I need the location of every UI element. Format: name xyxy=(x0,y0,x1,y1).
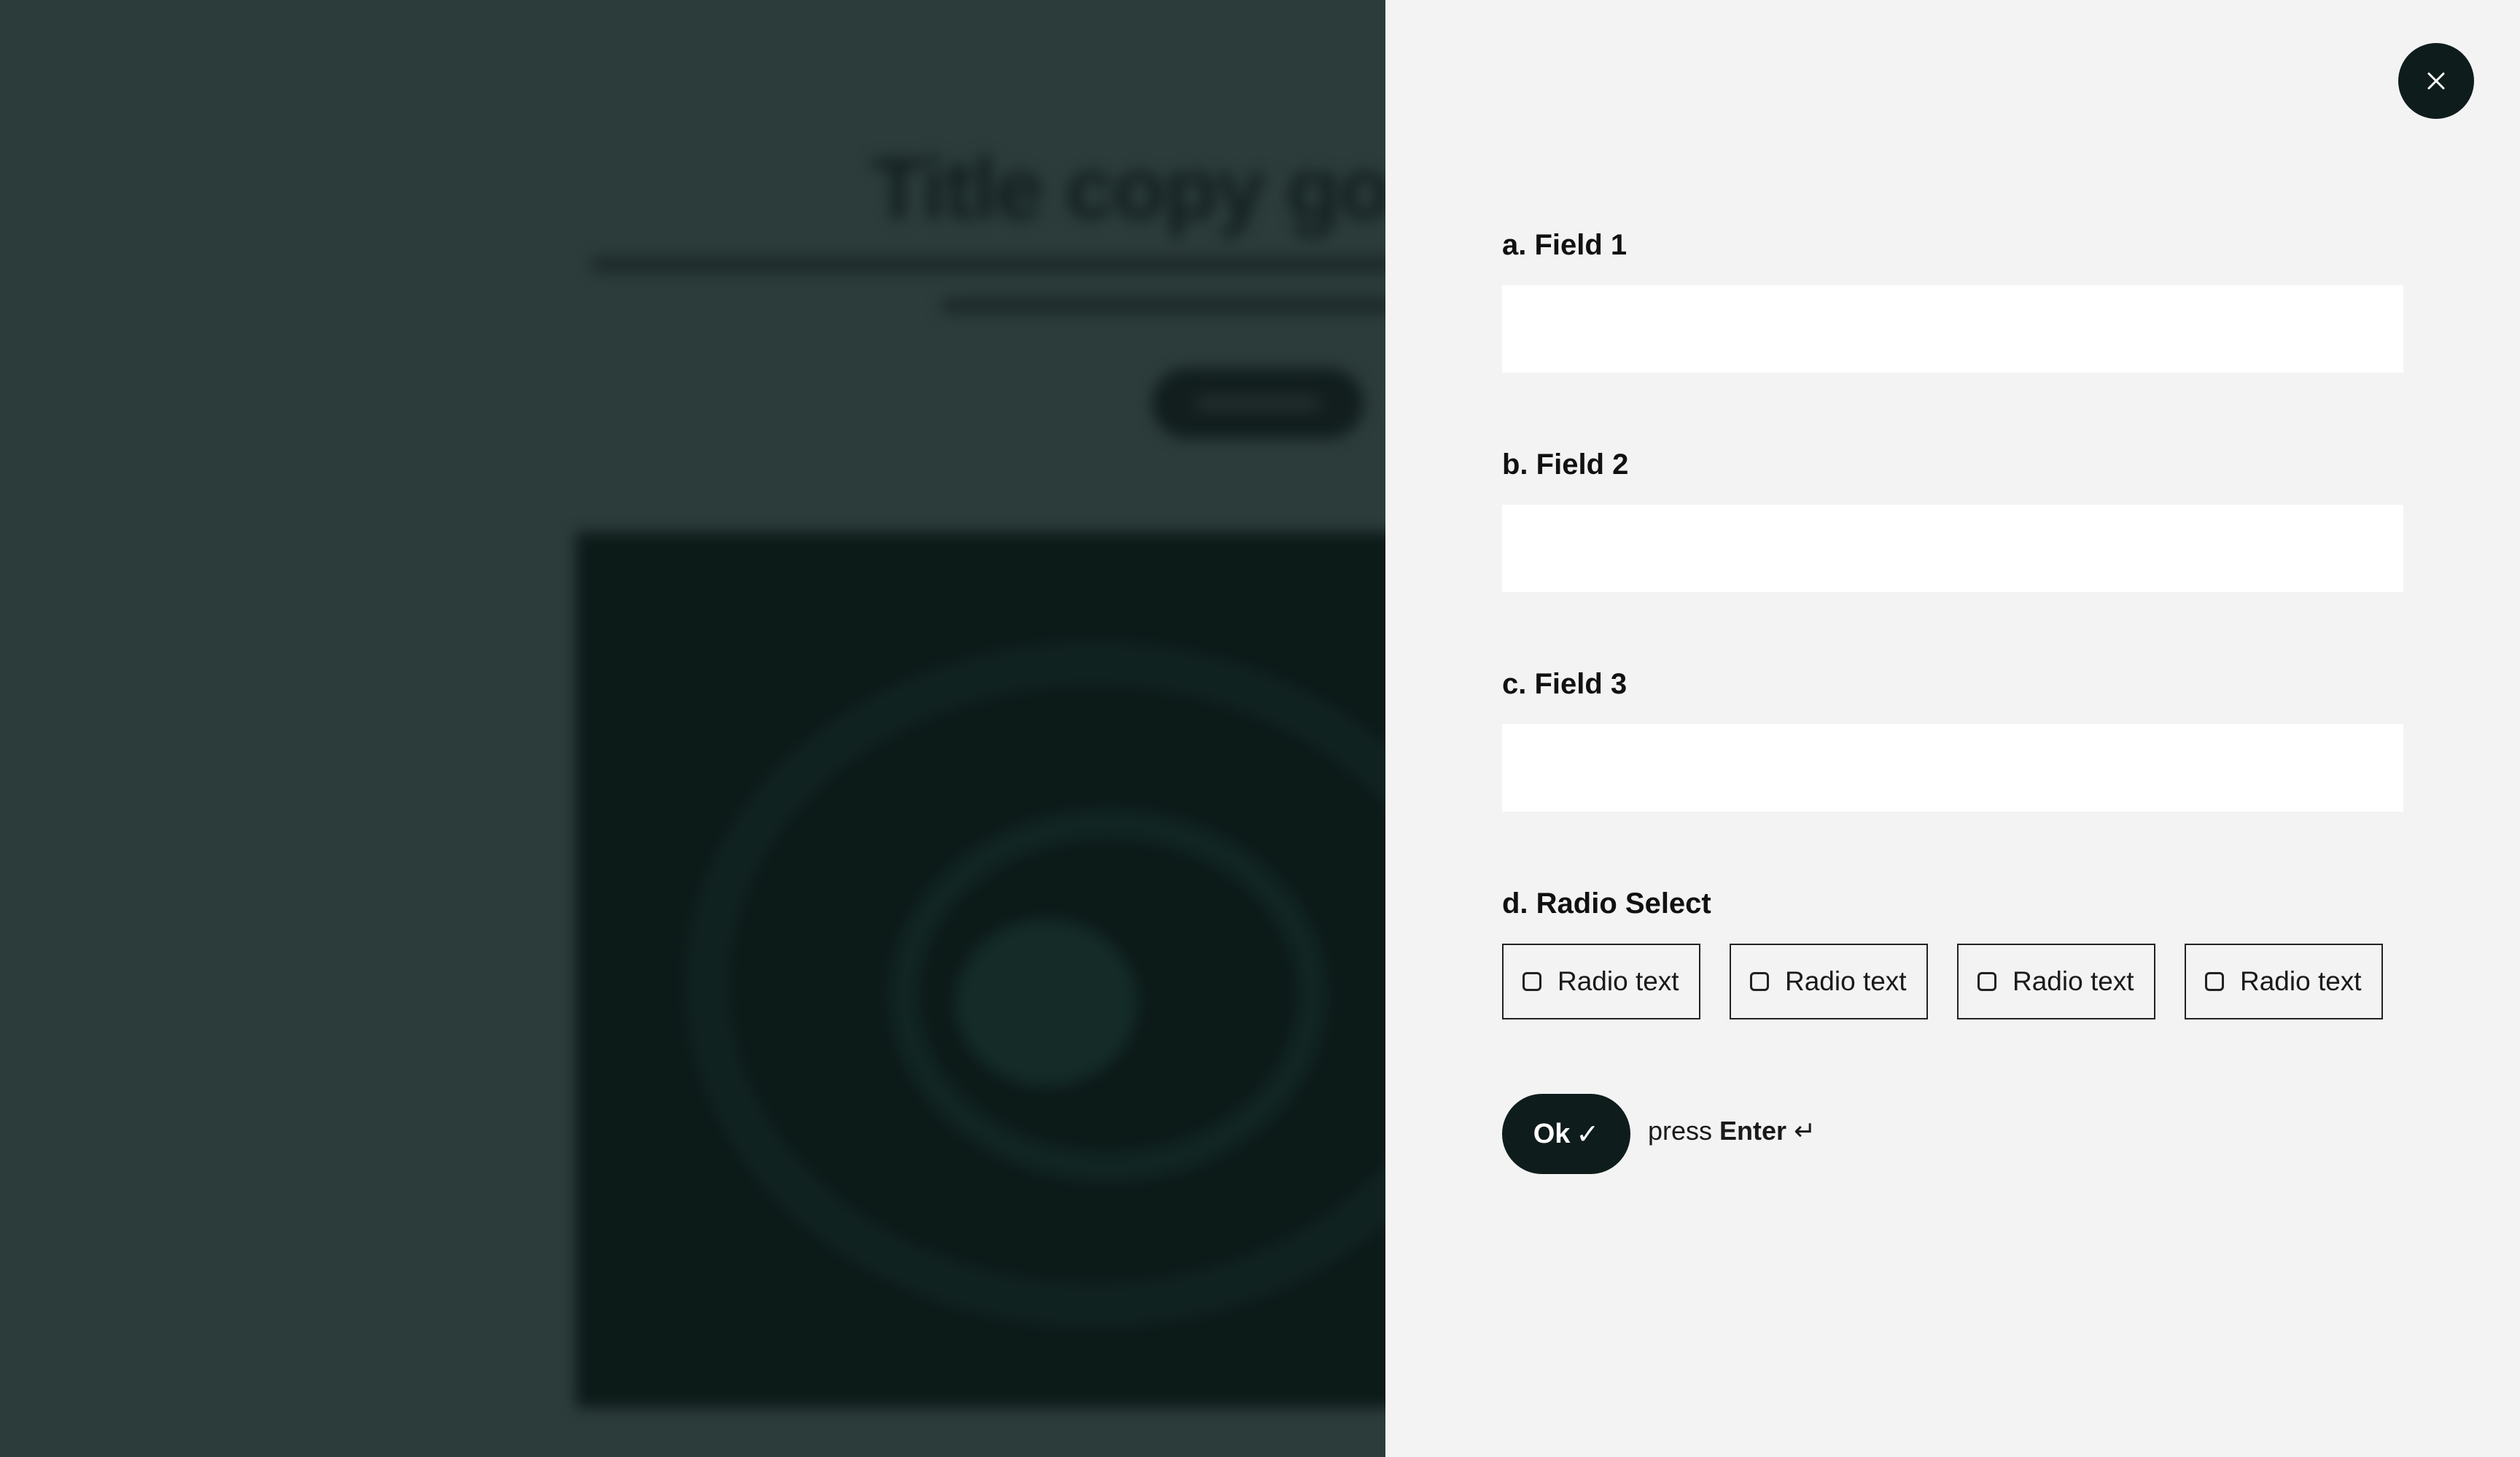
background-subtitle-line xyxy=(591,257,1385,273)
radio-option-label: Radio text xyxy=(1785,966,1907,996)
radio-option[interactable]: Radio text xyxy=(1957,944,2155,1019)
keyboard-hint: press Enter ↵ xyxy=(1648,1116,1816,1146)
field-3-label: c. Field 3 xyxy=(1502,668,1628,700)
field-1-input[interactable] xyxy=(1502,285,2403,373)
background-button-label xyxy=(1196,397,1320,410)
checkbox-icon xyxy=(1750,972,1769,991)
background-title: Title copy go xyxy=(871,140,1385,238)
hint-key: Enter xyxy=(1719,1116,1787,1146)
checkbox-icon xyxy=(2205,972,2224,991)
radio-option[interactable]: Radio text xyxy=(2185,944,2383,1019)
radio-option-label: Radio text xyxy=(1558,966,1679,996)
radio-option-group: Radio text Radio text Radio text Radio t… xyxy=(1502,944,2383,1019)
field-3-input[interactable] xyxy=(1502,724,2403,812)
ok-button-label: Ok xyxy=(1533,1118,1571,1149)
field-1-label: a. Field 1 xyxy=(1502,229,1628,261)
close-icon xyxy=(2427,72,2445,90)
enter-key-icon: ↵ xyxy=(1794,1116,1816,1146)
background-blur-layer: Title copy go xyxy=(0,0,1385,1457)
background-image-shape xyxy=(955,919,1138,1087)
ok-button[interactable]: Ok ✓ xyxy=(1502,1094,1630,1174)
radio-select-label: d. Radio Select xyxy=(1502,887,1711,920)
radio-option[interactable]: Radio text xyxy=(1502,944,1700,1019)
radio-option-label: Radio text xyxy=(2012,966,2134,996)
form-panel: a. Field 1 b. Field 2 c. Field 3 d. Radi… xyxy=(1385,0,2520,1457)
checkmark-icon: ✓ xyxy=(1576,1118,1600,1150)
hint-prefix: press xyxy=(1648,1116,1713,1146)
field-2-input[interactable] xyxy=(1502,505,2403,592)
background-image xyxy=(576,532,1385,1407)
radio-option-label: Radio text xyxy=(2240,966,2362,996)
checkbox-icon xyxy=(1522,972,1541,991)
radio-option[interactable]: Radio text xyxy=(1730,944,1928,1019)
field-2-label: b. Field 2 xyxy=(1502,448,1629,481)
close-button[interactable] xyxy=(2398,43,2474,119)
background-page: Title copy go xyxy=(0,0,1385,1457)
checkbox-icon xyxy=(1978,972,1996,991)
background-subtitle-line xyxy=(941,298,1385,314)
